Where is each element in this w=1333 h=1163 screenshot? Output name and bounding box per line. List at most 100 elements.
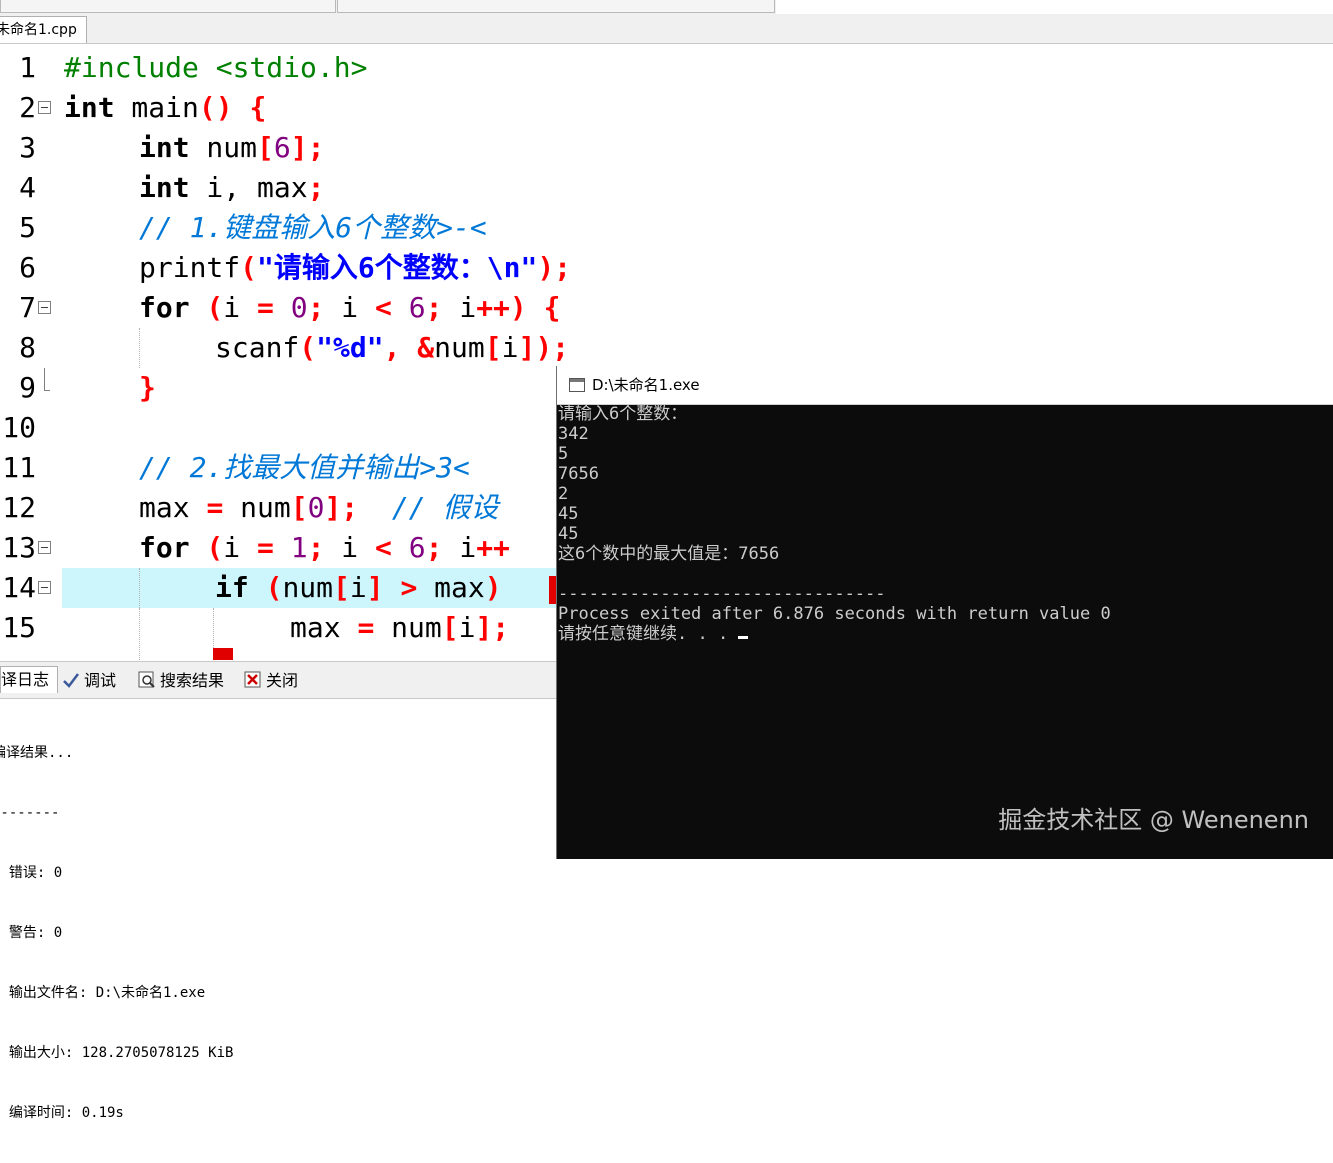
symbol: ( <box>248 571 283 604</box>
preprocessor: #include <stdio.h> <box>64 51 368 84</box>
tab-search-results[interactable]: 搜索结果 <box>138 668 224 694</box>
console-app-icon <box>569 378 585 392</box>
compile-log: 编译结果... -------- - 错误: 0 - 警告: 0 - 输出文件名… <box>0 703 233 1163</box>
symbol: = <box>257 291 274 324</box>
file-tab-label: 未命名1.cpp <box>0 22 77 38</box>
code-text: int num[6]; <box>139 128 324 168</box>
tab-debug[interactable]: 调试 <box>62 668 116 694</box>
keyword: if <box>215 571 249 604</box>
code-line-5: 5 // 1.键盘输入6个整数>-< <box>0 208 1333 248</box>
symbol: [ <box>257 131 274 164</box>
log-line: - 输出大小: 128.2705078125 KiB <box>0 1045 234 1061</box>
comment: // 2.找最大值并输出>3< <box>139 451 470 484</box>
symbol: ) <box>484 571 502 604</box>
fold-toggle-icon[interactable] <box>38 541 51 554</box>
symbol: ( <box>299 331 317 364</box>
bracket-match-marker-partial <box>213 648 233 660</box>
identifier: i <box>458 611 476 644</box>
tab-label: 搜索结果 <box>160 671 225 690</box>
code-text: scanf("%d", &num[i]); <box>215 328 569 368</box>
symbol: ; <box>425 531 443 564</box>
line-number: 8 <box>19 331 36 364</box>
code-line-6: 6 printf("请输入6个整数：\n"); <box>0 248 1333 288</box>
number: 0 <box>307 491 325 524</box>
identifier: num <box>223 491 291 524</box>
identifier: num <box>374 611 442 644</box>
symbol: [ <box>333 571 350 604</box>
fold-toggle-icon[interactable] <box>38 101 51 114</box>
identifier: i <box>442 531 477 564</box>
code-text: if (num[i] > max) <box>215 568 502 608</box>
line-number: 7 <box>19 291 36 324</box>
line-number: 10 <box>2 411 36 444</box>
tab-label: 关闭 <box>266 671 299 690</box>
keyword: int <box>139 171 190 204</box>
identifier: max <box>417 571 485 604</box>
console-title-bar[interactable]: D:\未命名1.exe <box>557 366 1333 405</box>
keyword: for <box>139 291 190 324</box>
fold-end-marker <box>44 368 50 391</box>
line-number: 13 <box>2 531 36 564</box>
symbol: ++ <box>476 531 510 564</box>
symbol: < <box>375 531 392 564</box>
tab-close[interactable]: 关闭 <box>244 668 298 694</box>
number: 6 <box>408 531 426 564</box>
symbol: = <box>357 611 375 644</box>
symbol: [ <box>290 491 308 524</box>
bracket-match-marker <box>549 576 556 604</box>
code-line-3: 3 int num[6]; <box>0 128 1333 168</box>
line-number: 4 <box>19 171 36 204</box>
fold-toggle-icon[interactable] <box>38 301 51 314</box>
identifier: main <box>114 91 199 124</box>
tab-compile-log[interactable]: 译日志 <box>0 666 58 693</box>
file-tab[interactable]: 未命名1.cpp <box>0 16 87 43</box>
number: 0 <box>290 291 308 324</box>
code-text: printf("请输入6个整数：\n"); <box>139 248 571 288</box>
code-line-1: 1 #include <stdio.h> <box>0 48 1333 88</box>
symbol: ; <box>307 171 325 204</box>
fold-toggle-icon[interactable] <box>38 581 51 594</box>
symbol: ]; <box>475 611 510 644</box>
identifier: i <box>324 291 376 324</box>
line-number: 14 <box>2 571 36 604</box>
symbol: ( <box>189 291 224 324</box>
symbol: ( <box>240 251 258 284</box>
identifier: i <box>223 291 258 324</box>
symbol: > <box>400 571 418 604</box>
code-line-2: 2 int main() { <box>0 88 1333 128</box>
symbol: ++) { <box>476 291 561 324</box>
indent-guide <box>139 608 140 660</box>
line-number: 15 <box>2 611 36 644</box>
comment: // 假设 <box>358 491 499 524</box>
code-line-4: 4 int i, max; <box>0 168 1333 208</box>
identifier: i <box>501 331 519 364</box>
line-number: 11 <box>2 451 36 484</box>
log-line: - 错误: 0 <box>0 865 63 881</box>
symbol: = <box>206 491 224 524</box>
log-line: - 编译时间: 0.19s <box>0 1105 124 1121</box>
symbol: ( <box>189 531 224 564</box>
symbol: , & <box>383 331 435 364</box>
line-number: 5 <box>19 211 36 244</box>
identifier: num <box>434 331 485 364</box>
code-line-8: 8 scanf("%d", &num[i]); <box>0 328 1333 368</box>
keyword: int <box>139 131 190 164</box>
identifier: num <box>282 571 334 604</box>
keyword: int <box>64 91 115 124</box>
identifier: i <box>349 571 367 604</box>
symbol: [ <box>484 331 502 364</box>
console-window[interactable]: D:\未命名1.exe 请输入6个整数： 342 5 7656 2 45 45 … <box>556 366 1333 859</box>
toolbar-combo-left[interactable] <box>0 0 336 13</box>
console-output: 请输入6个整数： 342 5 7656 2 45 45 这6个数中的最大值是：7… <box>558 404 1111 644</box>
log-line: 编译结果... <box>0 745 74 761</box>
symbol: = <box>257 531 274 564</box>
identifier: i <box>223 531 258 564</box>
function-name: scanf <box>215 331 300 364</box>
number: 6 <box>408 291 426 324</box>
toolbar-combo-right[interactable] <box>337 0 775 13</box>
line-number: 12 <box>2 491 36 524</box>
tab-label: 译日志 <box>1 670 50 689</box>
number: 1 <box>290 531 308 564</box>
symbol: ]); <box>518 331 570 364</box>
